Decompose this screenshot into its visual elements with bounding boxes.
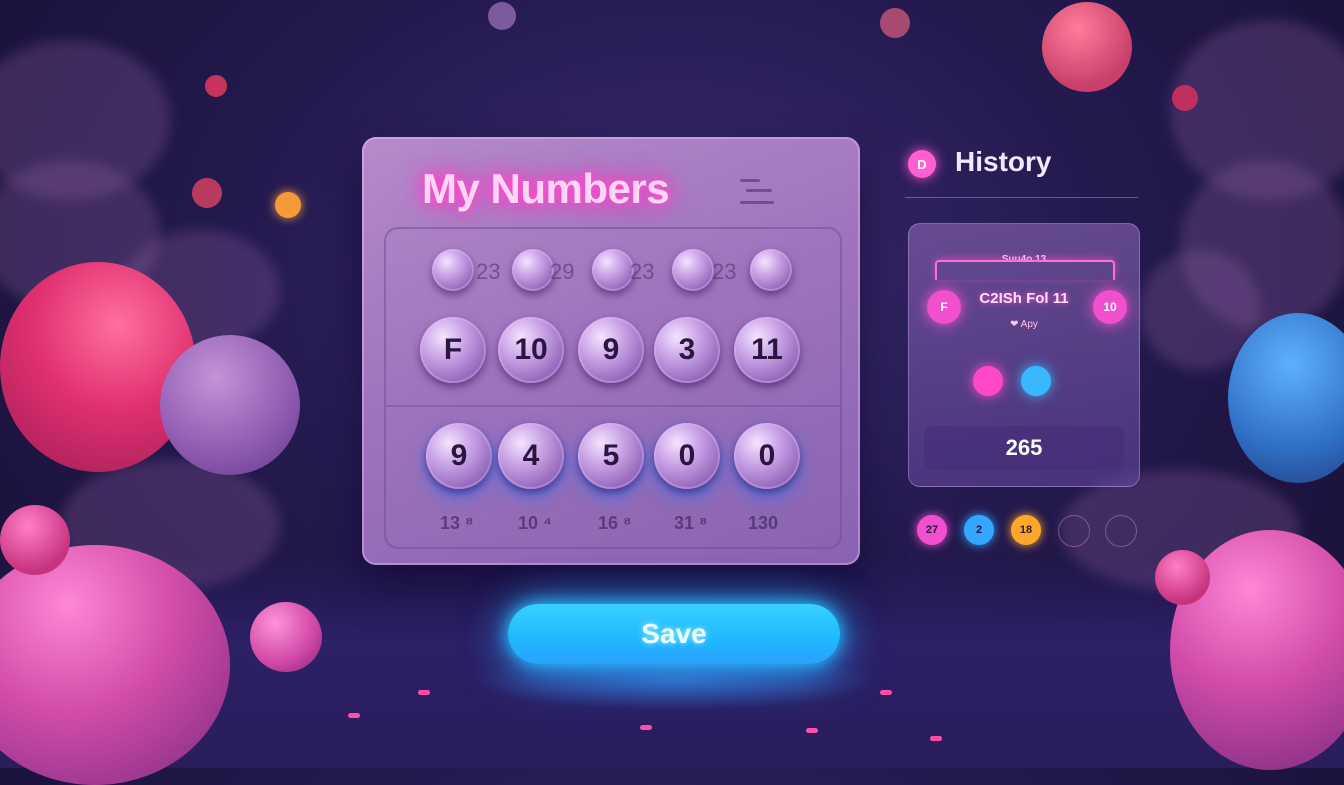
history-chip-empty[interactable] [1105, 515, 1137, 547]
confetti [806, 728, 818, 733]
ball-caption: 31 ⁸ [674, 513, 708, 533]
decor-orb [1172, 85, 1198, 111]
card-title: My Numbers [422, 165, 670, 212]
ball-caption: 10 ⁴ [518, 513, 552, 533]
menu-icon[interactable] [740, 175, 776, 209]
confetti [640, 725, 652, 730]
bracket-decoration [935, 260, 1115, 280]
my-numbers-card: My Numbers 23 29 23 23 F 10 9 3 11 9 4 5… [362, 137, 860, 565]
decor-orb [0, 505, 70, 575]
history-title[interactable]: History [955, 146, 1051, 178]
save-button[interactable]: Save [508, 604, 840, 664]
history-icon: D [908, 150, 936, 178]
number-ball[interactable]: 0 [654, 423, 720, 489]
ball-caption: 130 [748, 513, 779, 533]
number-ball-small[interactable] [512, 249, 554, 291]
history-chip-empty[interactable] [1058, 515, 1090, 547]
number-ball[interactable]: 4 [498, 423, 564, 489]
history-card[interactable]: Suu4o 13 F 10 C2ISh Fol 11 ❤ Apy 265 [908, 223, 1140, 487]
number-ball-small[interactable] [432, 249, 474, 291]
number-ball[interactable]: 10 [498, 317, 564, 383]
number-board: 23 29 23 23 F 10 9 3 11 9 4 5 0 0 13 ⁸ 1… [384, 227, 842, 549]
ball-label: 23 [712, 259, 737, 284]
decor-orb [880, 8, 910, 38]
decor-orb [1155, 550, 1210, 605]
confetti [880, 690, 892, 695]
history-draw-text: C2ISh Fol 11 [979, 290, 1069, 307]
history-chip[interactable]: 27 [917, 515, 947, 545]
decor-orb [275, 192, 301, 218]
pink-dot [973, 366, 1003, 396]
number-ball[interactable]: 5 [578, 423, 644, 489]
decor-orb [488, 2, 516, 30]
ball-caption: 16 ⁸ [598, 513, 632, 533]
ball-label: 23 [476, 259, 501, 284]
history-value: 265 [924, 426, 1124, 470]
number-ball[interactable]: 3 [654, 317, 720, 383]
history-chip[interactable]: 2 [964, 515, 994, 545]
row-divider [386, 405, 840, 407]
number-ball-small[interactable] [672, 249, 714, 291]
history-chip[interactable]: 18 [1011, 515, 1041, 545]
history-divider [905, 197, 1138, 198]
decor-orb [192, 178, 222, 208]
number-ball-small[interactable] [750, 249, 792, 291]
confetti [348, 713, 360, 718]
confetti [930, 736, 942, 741]
decor-orb [0, 262, 196, 472]
number-ball[interactable]: 9 [578, 317, 644, 383]
blue-dot [1021, 366, 1051, 396]
ball-caption: 13 ⁸ [440, 513, 474, 533]
number-ball[interactable]: 11 [734, 317, 800, 383]
number-ball[interactable]: 9 [426, 423, 492, 489]
ball-label: 29 [550, 259, 575, 284]
confetti [418, 690, 430, 695]
number-ball[interactable]: F [420, 317, 486, 383]
decor-orb [250, 602, 322, 672]
ball-label: 23 [630, 259, 655, 284]
decor-orb [205, 75, 227, 97]
decor-orb [160, 335, 300, 475]
history-meta: ❤ Apy [1010, 319, 1038, 330]
number-ball[interactable]: 0 [734, 423, 800, 489]
number-ball-small[interactable] [592, 249, 634, 291]
decor-orb [1042, 2, 1132, 92]
